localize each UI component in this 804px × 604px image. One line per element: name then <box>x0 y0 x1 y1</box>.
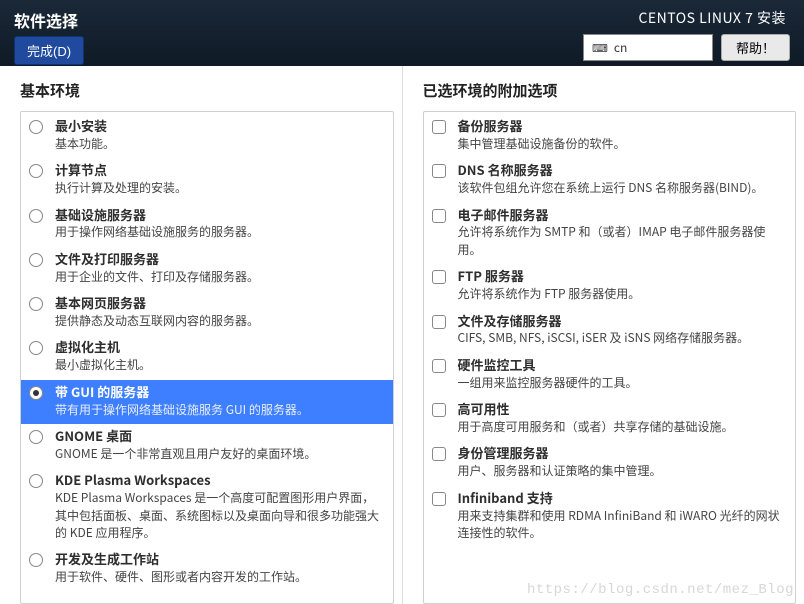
keyboard-layout-selector[interactable]: ⌨ cn <box>583 34 713 61</box>
env-option-desc: 提供静态及动态互联网内容的服务器。 <box>55 312 383 329</box>
addon-option-title: DNS 名称服务器 <box>458 162 786 179</box>
addon-option[interactable]: FTP 服务器允许将系统作为 FTP 服务器使用。 <box>424 264 796 308</box>
checkbox-icon <box>432 209 446 223</box>
radio-icon <box>29 341 43 355</box>
env-option-title: 虚拟化主机 <box>55 339 383 356</box>
env-option[interactable]: 基本网页服务器提供静态及动态互联网内容的服务器。 <box>21 291 393 335</box>
addon-option-title: 硬件监控工具 <box>458 357 786 374</box>
addon-option-title: 高可用性 <box>458 401 786 418</box>
addon-option-title: 备份服务器 <box>458 118 786 135</box>
checkbox-icon <box>432 315 446 329</box>
env-option[interactable]: 开发及生成工作站用于软件、硬件、图形或者内容开发的工作站。 <box>21 547 393 591</box>
addon-option-desc: 集中管理基础设施备份的软件。 <box>458 135 786 152</box>
env-option-title: 基本网页服务器 <box>55 295 383 312</box>
addon-option-title: 文件及存储服务器 <box>458 313 786 330</box>
env-option-desc: 用于操作网络基础设施服务的服务器。 <box>55 223 383 240</box>
radio-icon <box>29 430 43 444</box>
radio-icon <box>29 120 43 134</box>
addon-option[interactable]: DNS 名称服务器该软件包组允许您在系统上运行 DNS 名称服务器(BIND)。 <box>424 158 796 202</box>
checkbox-icon <box>432 447 446 461</box>
addons-list[interactable]: 备份服务器集中管理基础设施备份的软件。DNS 名称服务器该软件包组允许您在系统上… <box>423 111 797 604</box>
addon-option[interactable]: 文件及存储服务器CIFS, SMB, NFS, iSCSI, iSER 及 iS… <box>424 309 796 353</box>
addons-title: 已选环境的附加选项 <box>423 80 797 101</box>
addon-option-title: 身份管理服务器 <box>458 445 786 462</box>
env-option-title: 文件及打印服务器 <box>55 251 383 268</box>
checkbox-icon <box>432 492 446 506</box>
addon-option[interactable]: 身份管理服务器用户、服务器和认证策略的集中管理。 <box>424 441 796 485</box>
env-option-desc: 带有用于操作网络基础设施服务 GUI 的服务器。 <box>55 401 383 418</box>
keyboard-layout-code: cn <box>614 39 627 56</box>
addon-option-desc: 用来支持集群和使用 RDMA InfiniBand 和 iWARO 光纤的网状连… <box>458 507 786 542</box>
installer-title: CENTOS LINUX 7 安装 <box>638 8 790 28</box>
radio-icon <box>29 164 43 178</box>
base-env-list[interactable]: 最小安装基本功能。计算节点执行计算及处理的安装。基础设施服务器用于操作网络基础设… <box>20 111 394 604</box>
env-option[interactable]: 计算节点执行计算及处理的安装。 <box>21 158 393 202</box>
radio-icon <box>29 553 43 567</box>
page-title: 软件选择 <box>14 8 84 32</box>
addon-option-title: Infiniband 支持 <box>458 490 786 507</box>
radio-icon <box>29 297 43 311</box>
env-option[interactable]: GNOME 桌面GNOME 是一个非常直观且用户友好的桌面环境。 <box>21 424 393 468</box>
addon-option-desc: 用于高度可用服务和（或者）共享存储的基础设施。 <box>458 418 786 435</box>
env-option[interactable]: 最小安装基本功能。 <box>21 114 393 158</box>
env-option-title: GNOME 桌面 <box>55 428 383 445</box>
radio-icon <box>29 474 43 488</box>
addon-option-desc: 允许将系统作为 SMTP 和（或者）IMAP 电子邮件服务器使用。 <box>458 223 786 258</box>
addon-option-desc: 一组用来监控服务器硬件的工具。 <box>458 374 786 391</box>
done-button[interactable]: 完成(D) <box>14 36 84 65</box>
env-option[interactable]: KDE Plasma WorkspacesKDE Plasma Workspac… <box>21 468 393 547</box>
checkbox-icon <box>432 164 446 178</box>
addon-option-title: 电子邮件服务器 <box>458 207 786 224</box>
env-option-title: 最小安装 <box>55 118 383 135</box>
main-content: 基本环境 最小安装基本功能。计算节点执行计算及处理的安装。基础设施服务器用于操作… <box>0 66 804 604</box>
env-option-title: 计算节点 <box>55 162 383 179</box>
radio-icon <box>29 253 43 267</box>
base-env-title: 基本环境 <box>20 80 394 101</box>
addon-option-desc: CIFS, SMB, NFS, iSCSI, iSER 及 iSNS 网络存储服… <box>458 329 786 346</box>
env-option-desc: KDE Plasma Workspaces 是一个高度可配置图形用户界面，其中包… <box>55 489 383 541</box>
env-option[interactable]: 基础设施服务器用于操作网络基础设施服务的服务器。 <box>21 203 393 247</box>
env-option-title: 基础设施服务器 <box>55 207 383 224</box>
env-option[interactable]: 文件及打印服务器用于企业的文件、打印及存储服务器。 <box>21 247 393 291</box>
checkbox-icon <box>432 120 446 134</box>
radio-icon <box>29 209 43 223</box>
env-option-title: KDE Plasma Workspaces <box>55 472 383 489</box>
env-option-desc: 最小虚拟化主机。 <box>55 356 383 373</box>
addon-option-desc: 该软件包组允许您在系统上运行 DNS 名称服务器(BIND)。 <box>458 179 786 196</box>
addon-option[interactable]: Infiniband 支持用来支持集群和使用 RDMA InfiniBand 和… <box>424 486 796 548</box>
env-option-desc: 执行计算及处理的安装。 <box>55 179 383 196</box>
env-option-desc: 用于软件、硬件、图形或者内容开发的工作站。 <box>55 568 383 585</box>
help-button[interactable]: 帮助！ <box>721 34 790 61</box>
addon-option[interactable]: 备份服务器集中管理基础设施备份的软件。 <box>424 114 796 158</box>
addon-option-desc: 用户、服务器和认证策略的集中管理。 <box>458 462 786 479</box>
env-option[interactable]: 虚拟化主机最小虚拟化主机。 <box>21 335 393 379</box>
keyboard-icon: ⌨ <box>592 40 608 56</box>
header-bar: 软件选择 完成(D) CENTOS LINUX 7 安装 ⌨ cn 帮助！ <box>0 0 804 66</box>
env-option[interactable]: 带 GUI 的服务器带有用于操作网络基础设施服务 GUI 的服务器。 <box>21 380 393 424</box>
radio-icon <box>29 386 43 400</box>
addon-option-title: FTP 服务器 <box>458 268 786 285</box>
env-option-title: 开发及生成工作站 <box>55 551 383 568</box>
base-environment-panel: 基本环境 最小安装基本功能。计算节点执行计算及处理的安装。基础设施服务器用于操作… <box>0 66 402 604</box>
checkbox-icon <box>432 270 446 284</box>
env-option-desc: 基本功能。 <box>55 135 383 152</box>
addon-option[interactable]: 硬件监控工具一组用来监控服务器硬件的工具。 <box>424 353 796 397</box>
env-option-desc: 用于企业的文件、打印及存储服务器。 <box>55 268 383 285</box>
checkbox-icon <box>432 403 446 417</box>
addon-option[interactable]: 高可用性用于高度可用服务和（或者）共享存储的基础设施。 <box>424 397 796 441</box>
addons-panel: 已选环境的附加选项 备份服务器集中管理基础设施备份的软件。DNS 名称服务器该软… <box>402 66 804 604</box>
checkbox-icon <box>432 359 446 373</box>
env-option-title: 带 GUI 的服务器 <box>55 384 383 401</box>
env-option-desc: GNOME 是一个非常直观且用户友好的桌面环境。 <box>55 445 383 462</box>
addon-option-desc: 允许将系统作为 FTP 服务器使用。 <box>458 285 786 302</box>
addon-option[interactable]: 电子邮件服务器允许将系统作为 SMTP 和（或者）IMAP 电子邮件服务器使用。 <box>424 203 796 265</box>
